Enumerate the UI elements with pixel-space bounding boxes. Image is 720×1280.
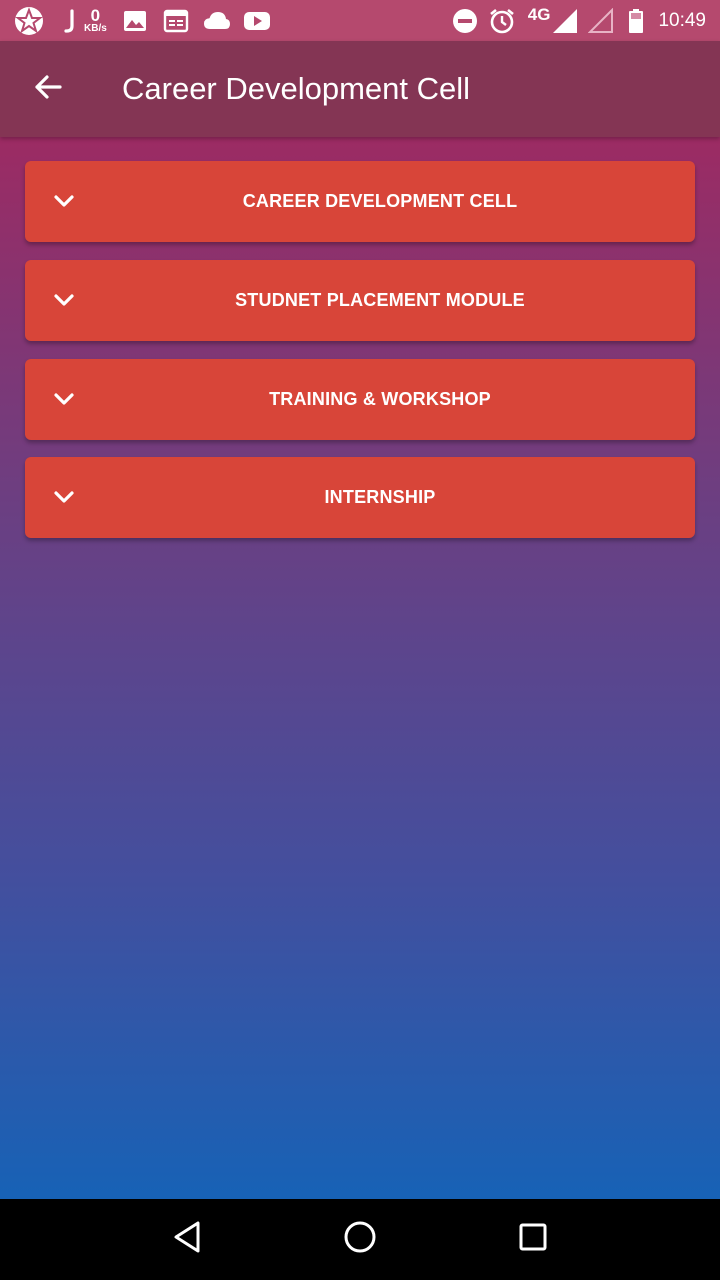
- panel-label: INTERNSHIP: [324, 487, 436, 507]
- j-app-icon: [64, 8, 76, 33]
- status-bar: 0 KB/s 4G 10:49: [0, 0, 720, 41]
- nav-home-icon: [343, 1220, 377, 1259]
- nav-home-button[interactable]: [330, 1210, 390, 1270]
- panel-training-workshop[interactable]: TRAINING & WORKSHOP: [25, 359, 695, 440]
- back-button[interactable]: [0, 41, 96, 137]
- system-nav-bar: [0, 1199, 720, 1280]
- dnd-icon: [452, 8, 478, 34]
- panel-career-development-cell[interactable]: CAREER DEVELOPMENT CELL: [25, 161, 695, 242]
- net-speed-unit: KB/s: [84, 23, 107, 34]
- nav-back-button[interactable]: [157, 1210, 217, 1270]
- alarm-icon: [488, 7, 516, 35]
- app-bar: Career Development Cell: [0, 41, 720, 137]
- calendar-icon: [163, 9, 189, 33]
- youtube-icon: [243, 11, 271, 31]
- main-content: CAREER DEVELOPMENT CELL STUDNET PLACEMEN…: [0, 137, 720, 1199]
- chevron-down-icon: [52, 387, 76, 411]
- net-speed-indicator: 0 KB/s: [84, 7, 107, 34]
- chevron-down-icon: [52, 485, 76, 509]
- cloud-icon: [203, 11, 231, 31]
- panel-label: CAREER DEVELOPMENT CELL: [242, 191, 518, 211]
- image-icon: [123, 10, 147, 32]
- notification-star-icon: [14, 6, 44, 36]
- signal-full-icon: [552, 8, 578, 34]
- panel-label: STUDNET PLACEMENT MODULE: [235, 290, 525, 310]
- chevron-down-icon: [52, 288, 76, 312]
- nav-recents-icon: [518, 1222, 548, 1257]
- nav-back-icon: [172, 1220, 202, 1259]
- chevron-down-icon: [52, 189, 76, 213]
- nav-recents-button[interactable]: [503, 1210, 563, 1270]
- page-title: Career Development Cell: [122, 71, 471, 106]
- battery-icon: [628, 8, 644, 34]
- panel-internship[interactable]: INTERNSHIP: [25, 457, 695, 538]
- net-speed-value: 0: [90, 6, 101, 25]
- network-type: 4G: [527, 4, 551, 24]
- panel-label: TRAINING & WORKSHOP: [269, 389, 491, 409]
- arrow-back-icon: [32, 71, 64, 108]
- signal-empty-icon: [588, 7, 614, 34]
- clock-time: 10:49: [658, 9, 706, 31]
- panel-student-placement-module[interactable]: STUDNET PLACEMENT MODULE: [25, 260, 695, 341]
